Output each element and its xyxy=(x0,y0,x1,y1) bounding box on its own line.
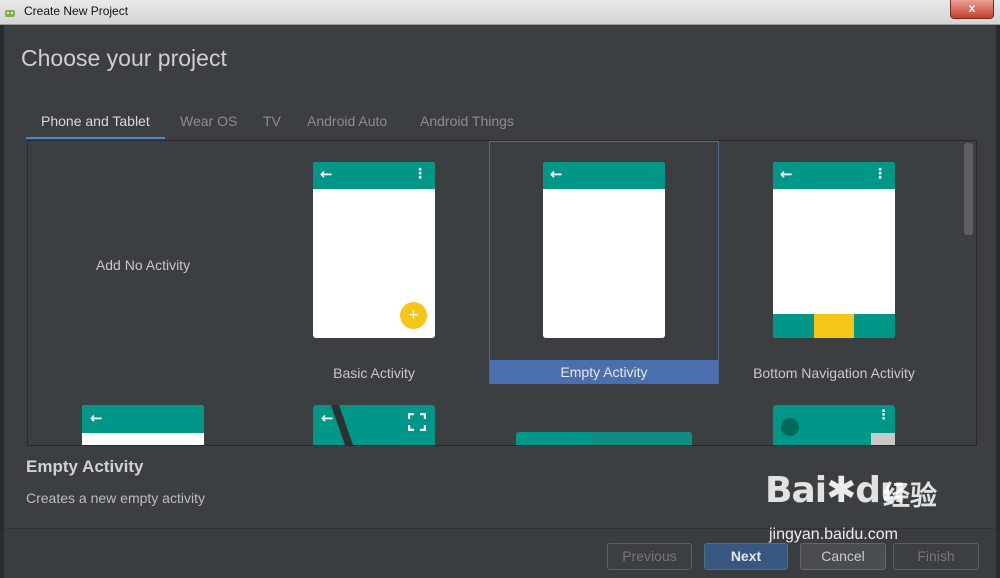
fab-add-icon: + xyxy=(400,302,427,329)
page-title: Choose your project xyxy=(21,45,227,71)
divider-shape xyxy=(331,405,353,445)
tab-tv[interactable]: TV xyxy=(248,109,296,137)
template-label: Basic Activity xyxy=(333,365,415,381)
gallery-scrollbar[interactable] xyxy=(964,143,973,235)
template-preview: ← xyxy=(543,162,665,338)
watermark-logo-text: Bai xyxy=(765,470,827,511)
back-arrow-icon: ← xyxy=(550,165,563,183)
previous-button[interactable]: Previous xyxy=(607,543,692,570)
paw-icon: ✱ xyxy=(826,470,856,511)
window-close-button[interactable]: x xyxy=(950,0,994,19)
watermark-jingyan-text: 经验 xyxy=(883,481,937,512)
android-studio-icon xyxy=(5,10,15,17)
selected-template-title: Empty Activity xyxy=(26,457,144,476)
template-label: Bottom Navigation Activity xyxy=(753,365,915,381)
template-preview: ← ⋮ + xyxy=(313,162,435,338)
template-label: Empty Activity xyxy=(490,360,718,384)
template-empty-activity[interactable]: ← Empty Activity xyxy=(489,141,719,384)
baidu-jingyan-watermark: Bai✱du 经验 jingyan.baidu.com xyxy=(765,470,995,570)
avatar xyxy=(781,418,799,436)
fullscreen-icon xyxy=(408,413,426,431)
watermark-url: jingyan.baidu.com xyxy=(769,526,898,543)
selected-template-description: Creates a new empty activity xyxy=(26,490,205,506)
bottom-navigation-bar xyxy=(773,314,895,338)
overflow-menu-icon: ⋮ xyxy=(877,408,890,423)
template-bottom-navigation-activity[interactable]: ← ⋮ Bottom Navigation Activity xyxy=(719,143,949,386)
tab-wear-os[interactable]: Wear OS xyxy=(165,109,252,137)
window-title: Create New Project xyxy=(24,4,129,18)
back-arrow-icon: ← xyxy=(321,409,334,427)
template-preview-row2-4[interactable]: ⋮ xyxy=(773,405,895,445)
template-label: Add No Activity xyxy=(95,257,191,273)
template-gallery: Add No Activity ← ⋮ + Basic Activity ← E… xyxy=(27,140,977,446)
template-preview: ← ⋮ xyxy=(773,162,895,338)
back-arrow-icon: ← xyxy=(780,165,793,183)
tab-android-auto[interactable]: Android Auto xyxy=(292,109,402,137)
back-arrow-icon: ← xyxy=(320,165,333,183)
back-arrow-icon: ← xyxy=(90,409,103,427)
overflow-menu-icon: ⋮ xyxy=(413,166,427,182)
template-preview-row2-2[interactable]: ← xyxy=(313,405,435,445)
tab-android-things[interactable]: Android Things xyxy=(405,109,529,137)
template-basic-activity[interactable]: ← ⋮ + Basic Activity xyxy=(259,143,489,386)
tab-phone-and-tablet[interactable]: Phone and Tablet xyxy=(26,109,165,139)
window-titlebar: Create New Project x xyxy=(0,0,1000,25)
overflow-menu-icon: ⋮ xyxy=(873,166,887,182)
template-add-no-activity[interactable]: Add No Activity xyxy=(28,143,258,386)
bottom-nav-selected-item xyxy=(814,314,854,338)
template-preview-row2-3[interactable] xyxy=(516,432,692,445)
template-preview-row2-1[interactable]: ← xyxy=(82,405,204,445)
